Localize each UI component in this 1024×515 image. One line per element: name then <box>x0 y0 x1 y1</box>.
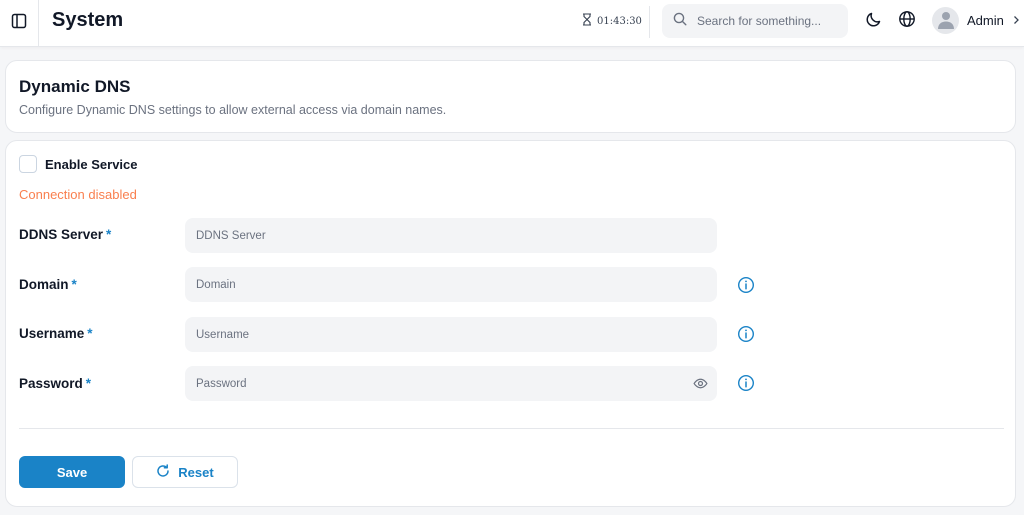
domain-info-icon[interactable] <box>737 276 755 294</box>
domain-input[interactable] <box>196 278 676 291</box>
search-icon <box>673 12 687 31</box>
page-title: System <box>52 9 124 31</box>
user-menu[interactable]: Admin <box>932 7 1020 34</box>
eye-icon[interactable] <box>693 376 708 396</box>
refresh-icon <box>156 463 170 481</box>
domain-field[interactable] <box>185 267 717 302</box>
user-icon <box>937 9 955 34</box>
password-label-text: Password <box>19 376 83 391</box>
required-mark: * <box>106 227 112 242</box>
domain-label: Domain * <box>19 277 77 292</box>
enable-service-label: Enable Service <box>45 156 138 172</box>
hourglass-icon <box>582 13 592 29</box>
enable-service-checkbox[interactable] <box>19 155 37 173</box>
search-box[interactable] <box>662 4 848 38</box>
form-divider <box>19 428 1004 429</box>
search-input[interactable] <box>697 14 837 28</box>
reset-label: Reset <box>178 464 214 480</box>
moon-icon <box>865 10 883 33</box>
reset-button[interactable]: Reset <box>132 456 238 488</box>
required-mark: * <box>71 277 77 292</box>
username-field[interactable] <box>185 317 717 352</box>
username-info-icon[interactable] <box>737 325 755 343</box>
password-input[interactable] <box>196 377 676 390</box>
ddns-server-label: DDNS Server * <box>19 227 111 242</box>
top-bar: System 01:43:30 Admin <box>0 0 1024 47</box>
language-button[interactable] <box>897 10 917 33</box>
username-input[interactable] <box>196 328 676 341</box>
ddns-server-field[interactable] <box>185 218 717 253</box>
clock-time: 01:43:30 <box>597 15 642 27</box>
section-title: Dynamic DNS <box>19 77 131 96</box>
sidebar-panel-icon <box>11 13 27 34</box>
required-mark: * <box>87 326 93 341</box>
clock: 01:43:30 <box>582 13 642 29</box>
password-info-icon[interactable] <box>737 374 755 392</box>
section-header-card: Dynamic DNS Configure Dynamic DNS settin… <box>5 60 1016 133</box>
ddns-form-card: Enable Service Connection disabled DDNS … <box>5 140 1016 507</box>
avatar <box>932 7 959 34</box>
section-description: Configure Dynamic DNS settings to allow … <box>19 103 447 117</box>
header-divider <box>649 6 650 38</box>
password-label: Password * <box>19 376 91 391</box>
globe-icon <box>898 10 916 33</box>
ddns-server-input[interactable] <box>196 229 676 242</box>
username-label-text: Username <box>19 326 85 341</box>
domain-label-text: Domain <box>19 277 69 292</box>
chevron-right-icon <box>1012 12 1020 30</box>
sidebar-toggle-button[interactable] <box>0 0 39 46</box>
enable-service-toggle[interactable]: Enable Service <box>19 155 138 173</box>
theme-toggle-button[interactable] <box>864 11 884 31</box>
password-field[interactable] <box>185 366 717 401</box>
required-mark: * <box>85 376 92 391</box>
user-name: Admin <box>967 13 1004 28</box>
username-label: Username * <box>19 326 93 341</box>
connection-status: Connection disabled <box>19 187 137 202</box>
save-button[interactable]: Save <box>19 456 125 488</box>
ddns-server-label-text: DDNS Server <box>19 227 104 242</box>
